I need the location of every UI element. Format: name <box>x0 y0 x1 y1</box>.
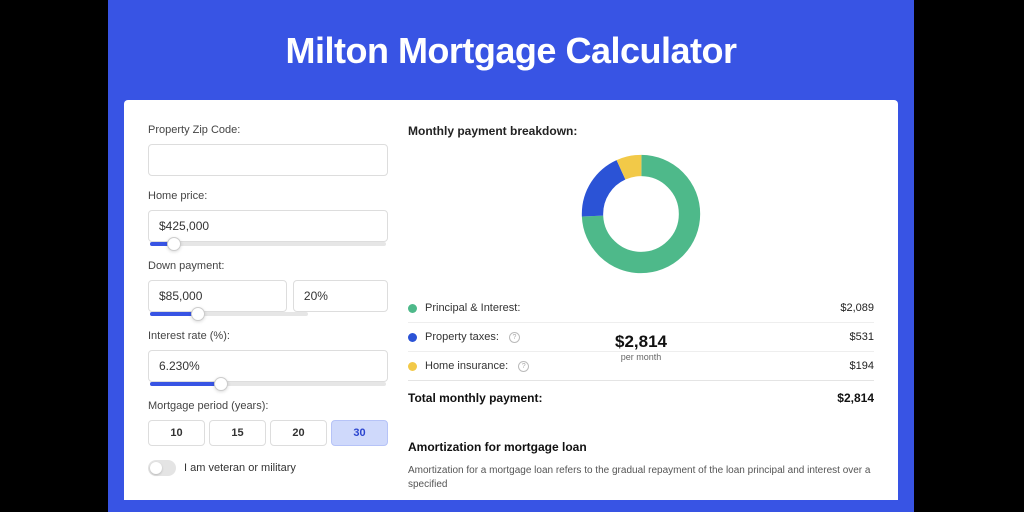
rate-label: Interest rate (%): <box>148 330 388 342</box>
period-label: Mortgage period (years): <box>148 400 388 412</box>
amortization-title: Amortization for mortgage loan <box>408 440 874 454</box>
donut-sub: per month <box>621 352 662 362</box>
legend-label: Home insurance: <box>425 360 508 372</box>
legend-label: Principal & Interest: <box>425 302 520 314</box>
legend-swatch <box>408 362 417 371</box>
period-buttons: 10152030 <box>148 420 388 446</box>
legend-swatch <box>408 304 417 313</box>
zip-input[interactable] <box>148 144 388 176</box>
down-slider-thumb[interactable] <box>191 307 205 321</box>
price-slider-thumb[interactable] <box>167 237 181 251</box>
breakdown-title: Monthly payment breakdown: <box>408 124 874 138</box>
zip-field: Property Zip Code: <box>148 124 388 176</box>
donut-chart <box>577 150 705 278</box>
donut-amount: $2,814 <box>615 332 667 352</box>
legend-swatch <box>408 333 417 342</box>
legend-value: $194 <box>850 360 874 372</box>
price-label: Home price: <box>148 190 388 202</box>
donut-center: $2,814 per month <box>577 283 705 411</box>
total-value: $2,814 <box>837 391 874 405</box>
breakdown-column: Monthly payment breakdown: $2,814 per mo… <box>408 124 874 500</box>
amortization-text: Amortization for a mortgage loan refers … <box>408 464 874 492</box>
period-btn-20[interactable]: 20 <box>270 420 327 446</box>
info-icon[interactable]: ? <box>518 361 529 372</box>
amortization-section: Amortization for mortgage loan Amortizat… <box>408 425 874 492</box>
price-input[interactable] <box>148 210 388 242</box>
page-root: Milton Mortgage Calculator Property Zip … <box>0 0 1024 512</box>
legend-value: $531 <box>850 331 874 343</box>
zip-label: Property Zip Code: <box>148 124 388 136</box>
veteran-row: I am veteran or military <box>148 460 388 476</box>
legend-value: $2,089 <box>840 302 874 314</box>
period-field: Mortgage period (years): 10152030 <box>148 400 388 446</box>
veteran-toggle[interactable] <box>148 460 176 476</box>
period-btn-30[interactable]: 30 <box>331 420 388 446</box>
period-btn-10[interactable]: 10 <box>148 420 205 446</box>
down-percent-input[interactable] <box>293 280 388 312</box>
price-slider[interactable] <box>150 242 386 246</box>
rate-input[interactable] <box>148 350 388 382</box>
donut-chart-wrap: $2,814 per month <box>408 150 874 278</box>
total-label: Total monthly payment: <box>408 391 542 405</box>
rate-slider[interactable] <box>150 382 386 386</box>
page-title: Milton Mortgage Calculator <box>108 30 914 72</box>
down-slider[interactable] <box>150 312 308 316</box>
hero-panel: Milton Mortgage Calculator Property Zip … <box>108 0 914 512</box>
form-column: Property Zip Code: Home price: Down paym… <box>148 124 388 500</box>
calculator-card: Property Zip Code: Home price: Down paym… <box>124 100 898 500</box>
veteran-label: I am veteran or military <box>184 462 296 474</box>
rate-field: Interest rate (%): <box>148 330 388 386</box>
down-amount-input[interactable] <box>148 280 287 312</box>
donut-segment <box>592 165 689 262</box>
legend-label: Property taxes: <box>425 331 499 343</box>
down-field: Down payment: <box>148 260 388 316</box>
down-label: Down payment: <box>148 260 388 272</box>
period-btn-15[interactable]: 15 <box>209 420 266 446</box>
price-field: Home price: <box>148 190 388 246</box>
info-icon[interactable]: ? <box>509 332 520 343</box>
rate-slider-thumb[interactable] <box>214 377 228 391</box>
